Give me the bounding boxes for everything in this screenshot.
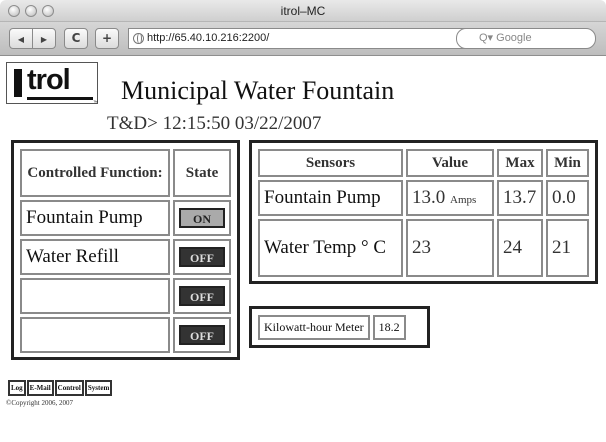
log-link[interactable]: Log	[8, 380, 26, 396]
controls-panel: Controlled Function: State Fountain Pump…	[11, 140, 240, 360]
control-link[interactable]: Control	[54, 380, 84, 396]
sensor-label: Water Temp ° C	[258, 219, 403, 277]
address-bar[interactable]: http://65.40.10.216:2200/	[128, 28, 470, 49]
sensors-header: Sensors	[258, 149, 403, 177]
min-header: Min	[546, 149, 589, 177]
logo-underline	[27, 97, 93, 100]
sensor-min: 21	[546, 219, 589, 277]
back-button[interactable]: ◀	[9, 28, 33, 49]
email-link[interactable]: E-Mail	[26, 380, 54, 396]
sensor-max: 24	[497, 219, 543, 277]
logo-wordmark: trol	[27, 64, 71, 96]
max-header: Max	[497, 149, 543, 177]
control-label	[20, 317, 170, 353]
kwh-value: 18.2	[372, 315, 406, 340]
forward-arrow-icon: ▶	[40, 35, 48, 44]
sensors-table: Sensors Value Max Min Fountain Pump 13.0…	[255, 146, 592, 280]
control-row: OFF	[20, 317, 231, 353]
value-header: Value	[406, 149, 494, 177]
kwh-panel: Kilowatt-hour Meter 18.2	[249, 306, 430, 348]
sensor-value-number: 23	[412, 237, 431, 258]
control-label: Fountain Pump	[20, 200, 170, 236]
window-title: itrol–MC	[280, 4, 326, 18]
datetime-readout: T&D> 12:15:50 03/22/2007	[107, 113, 322, 134]
kwh-table: Kilowatt-hour Meter 18.2	[255, 312, 409, 343]
search-placeholder: Q▾ Google	[479, 32, 532, 44]
reload-icon: C	[71, 31, 81, 45]
globe-icon	[133, 33, 144, 44]
sensor-row: Fountain Pump 13.0 Amps 13.7 0.0	[258, 180, 589, 216]
logo-i-bar	[14, 69, 22, 97]
logo-trademark: ™	[93, 100, 98, 106]
itrol-logo: trol ™	[6, 62, 98, 106]
footer-nav: Log E-Mail Control System	[8, 380, 113, 396]
control-row: Fountain Pump ON	[20, 200, 231, 236]
state-toggle-button[interactable]: OFF	[179, 325, 225, 345]
browser-toolbar: ◀ ▶ C + http://65.40.10.216:2200/ Q▾ Goo…	[0, 22, 606, 56]
plus-icon: +	[101, 31, 113, 45]
controls-table: Controlled Function: State Fountain Pump…	[17, 146, 234, 356]
sensor-min: 0.0	[546, 180, 589, 216]
state-toggle-button[interactable]: ON	[179, 208, 225, 228]
copyright-text: ©Copyright 2006, 2007	[6, 399, 73, 407]
sensor-max: 13.7	[497, 180, 543, 216]
control-label	[20, 278, 170, 314]
search-field[interactable]: Q▾ Google	[456, 28, 596, 49]
back-arrow-icon: ◀	[17, 35, 25, 44]
control-label: Water Refill	[20, 239, 170, 275]
sensors-panel: Sensors Value Max Min Fountain Pump 13.0…	[249, 140, 598, 284]
control-row: OFF	[20, 278, 231, 314]
sensor-value-number: 13.0	[412, 187, 446, 208]
sensor-row: Water Temp ° C 23 24 21	[258, 219, 589, 277]
state-toggle-button[interactable]: OFF	[179, 286, 225, 306]
forward-button[interactable]: ▶	[32, 28, 56, 49]
add-bookmark-button[interactable]: +	[95, 28, 119, 49]
sensor-value: 13.0 Amps	[406, 180, 494, 216]
sensor-value: 23	[406, 219, 494, 277]
sensor-unit: Amps	[450, 194, 477, 206]
state-header: State	[173, 149, 231, 197]
page-title: Municipal Water Fountain	[121, 76, 395, 105]
state-toggle-button[interactable]: OFF	[179, 247, 225, 267]
sensor-label: Fountain Pump	[258, 180, 403, 216]
kwh-label: Kilowatt-hour Meter	[258, 315, 370, 340]
browser-titlebar: itrol–MC	[0, 0, 606, 22]
system-link[interactable]: System	[84, 380, 113, 396]
controlled-function-header: Controlled Function:	[20, 149, 170, 197]
url-text: http://65.40.10.216:2200/	[147, 32, 270, 44]
reload-button[interactable]: C	[64, 28, 88, 49]
control-row: Water Refill OFF	[20, 239, 231, 275]
